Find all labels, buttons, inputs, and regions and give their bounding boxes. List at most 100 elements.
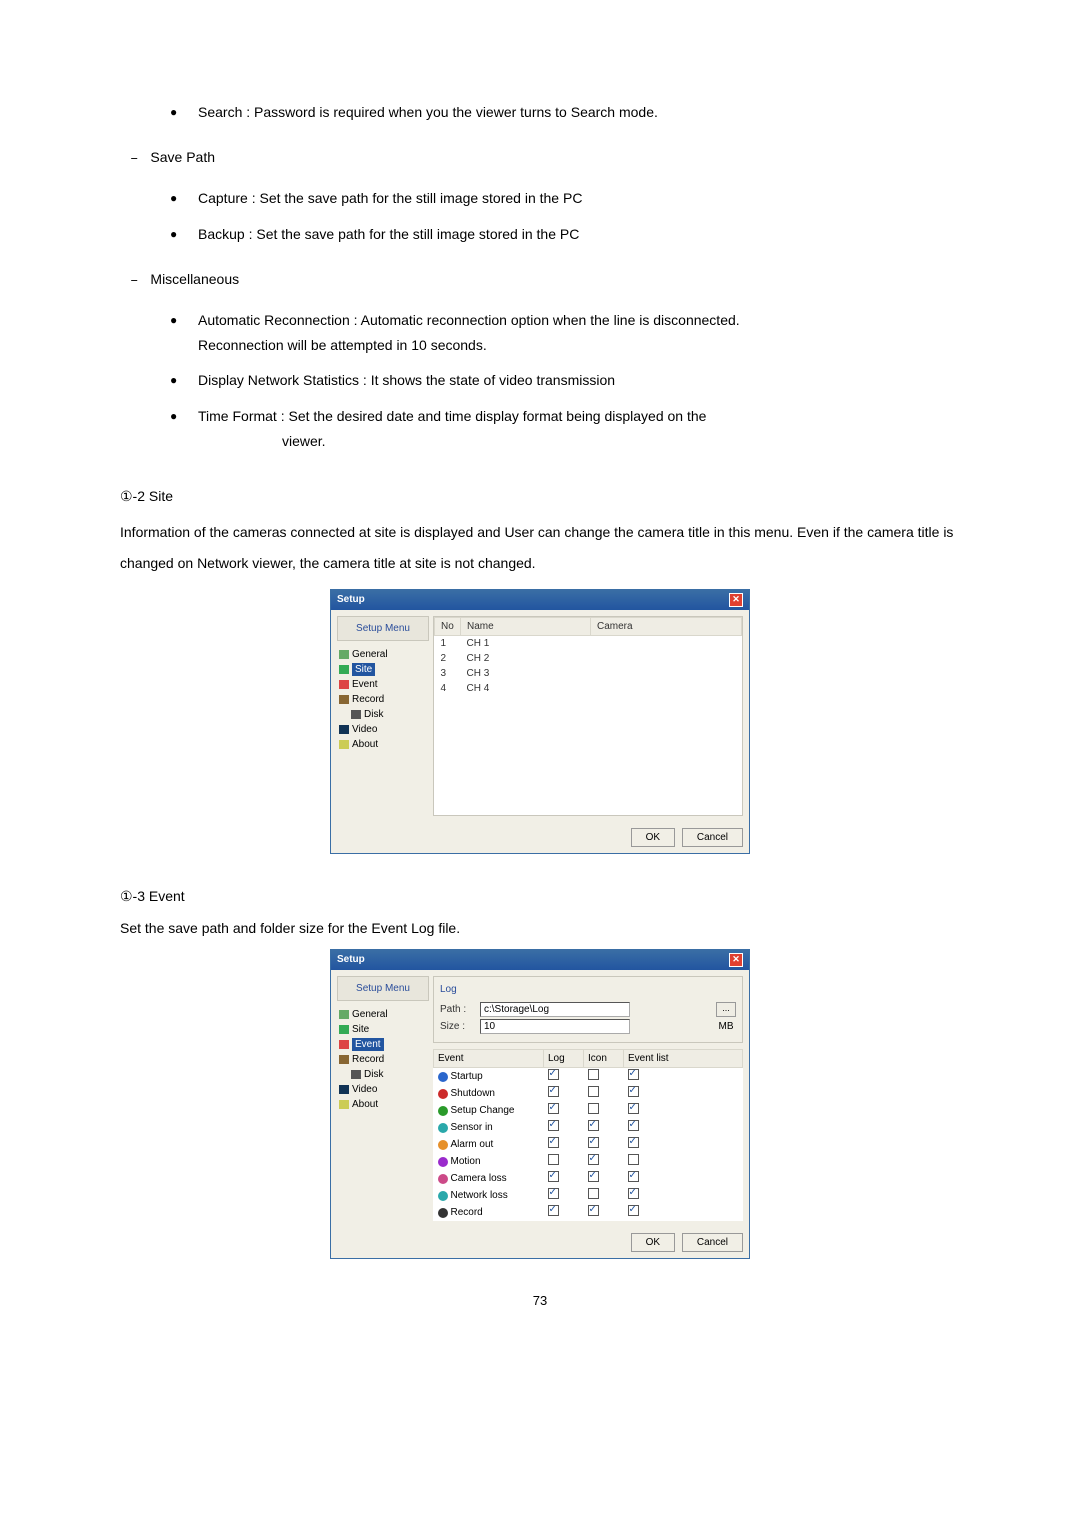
tree-general[interactable]: General [339,1007,429,1022]
event-type-icon [438,1106,448,1116]
log-checkbox[interactable] [548,1171,559,1182]
event-name: Record [451,1206,483,1219]
log-checkbox[interactable] [548,1120,559,1131]
eventlist-checkbox[interactable] [628,1154,639,1165]
tree-label: Disk [364,1068,383,1081]
tree-site[interactable]: Site [339,662,429,677]
tree-label: Disk [364,708,383,721]
bullet-backup: Backup : Set the save path for the still… [170,222,960,247]
eventlist-checkbox[interactable] [628,1086,639,1097]
tree-label: About [352,1098,378,1111]
event-name: Network loss [451,1189,508,1202]
tree-about[interactable]: About [339,1097,429,1112]
setup-menu-header: Setup Menu [337,616,429,641]
dialog-title-2: Setup [337,953,365,967]
eventlist-checkbox[interactable] [628,1137,639,1148]
event-name: Sensor in [451,1121,493,1134]
browse-button[interactable]: ... [716,1002,736,1017]
log-label: Log [440,983,736,996]
eventlist-checkbox[interactable] [628,1171,639,1182]
event-type-icon [438,1089,448,1099]
site-table: No Name Camera 1CH 12CH 23CH 34CH 4 [434,617,742,696]
savepath-bullets: Capture : Set the save path for the stil… [170,186,960,246]
tree-label: About [352,738,378,751]
tree-event[interactable]: Event [339,1037,429,1052]
icon-checkbox[interactable] [588,1086,599,1097]
eventlist-checkbox[interactable] [628,1205,639,1216]
page-number: 73 [120,1289,960,1312]
eventlist-checkbox[interactable] [628,1188,639,1199]
bullet-display: Display Network Statistics : It shows th… [170,368,960,393]
tree-label: Event [352,1038,384,1051]
log-checkbox[interactable] [548,1188,559,1199]
cancel-button[interactable]: Cancel [682,1233,743,1252]
table-row[interactable]: 4CH 4 [435,681,742,696]
general-icon [339,650,349,659]
cancel-button[interactable]: Cancel [682,828,743,847]
eventlist-checkbox[interactable] [628,1120,639,1131]
ok-button[interactable]: OK [631,1233,675,1252]
intro-bullets: Search : Password is required when you t… [170,100,960,125]
path-input[interactable] [480,1002,630,1017]
table-row: Network loss [434,1187,743,1204]
tree-label: Record [352,1053,384,1066]
col-eventlist: Event list [624,1050,743,1068]
ok-button[interactable]: OK [631,828,675,847]
size-label: Size : [440,1020,474,1033]
site-para: Information of the cameras connected at … [120,517,960,579]
tree-video[interactable]: Video [339,1082,429,1097]
tree-label: Site [352,1023,369,1036]
eventlist-checkbox[interactable] [628,1069,639,1080]
close-icon[interactable]: ✕ [729,593,743,607]
tree-record[interactable]: Record [339,692,429,707]
event-name: Startup [451,1070,483,1083]
close-icon[interactable]: ✕ [729,953,743,967]
table-row: Shutdown [434,1085,743,1102]
table-row[interactable]: 2CH 2 [435,651,742,666]
mb-label: MB [716,1020,736,1033]
icon-checkbox[interactable] [588,1069,599,1080]
misc-bullets: Automatic Reconnection : Automatic recon… [170,308,960,454]
icon-checkbox[interactable] [588,1120,599,1131]
disk-icon [351,1070,361,1079]
icon-checkbox[interactable] [588,1171,599,1182]
tree-record[interactable]: Record [339,1052,429,1067]
icon-checkbox[interactable] [588,1154,599,1165]
eventlist-checkbox[interactable] [628,1103,639,1114]
tree-label: Record [352,693,384,706]
log-checkbox[interactable] [548,1086,559,1097]
heading-site: ①-2 Site [120,484,960,509]
table-row[interactable]: 3CH 3 [435,666,742,681]
event-type-icon [438,1208,448,1218]
icon-checkbox[interactable] [588,1137,599,1148]
tree-event[interactable]: Event [339,677,429,692]
table-row: Camera loss [434,1170,743,1187]
table-row: Startup [434,1068,743,1086]
log-checkbox[interactable] [548,1137,559,1148]
tree-site[interactable]: Site [339,1022,429,1037]
size-input[interactable] [480,1019,630,1034]
heading-misc: Miscellaneous [130,267,960,294]
site-icon [339,1025,349,1034]
tree-general[interactable]: General [339,647,429,662]
table-row: Setup Change [434,1102,743,1119]
log-checkbox[interactable] [548,1103,559,1114]
event-icon [339,1040,349,1049]
col-log: Log [544,1050,584,1068]
tree-disk[interactable]: Disk [339,707,429,722]
video-icon [339,725,349,734]
tree-about[interactable]: About [339,737,429,752]
log-checkbox[interactable] [548,1205,559,1216]
path-label: Path : [440,1003,474,1016]
tree-disk[interactable]: Disk [339,1067,429,1082]
icon-checkbox[interactable] [588,1103,599,1114]
log-checkbox[interactable] [548,1154,559,1165]
log-checkbox[interactable] [548,1069,559,1080]
icon-checkbox[interactable] [588,1188,599,1199]
bullet-auto: Automatic Reconnection : Automatic recon… [170,308,960,358]
event-type-icon [438,1140,448,1150]
tree-label: Site [352,663,375,676]
table-row[interactable]: 1CH 1 [435,635,742,651]
tree-video[interactable]: Video [339,722,429,737]
icon-checkbox[interactable] [588,1205,599,1216]
